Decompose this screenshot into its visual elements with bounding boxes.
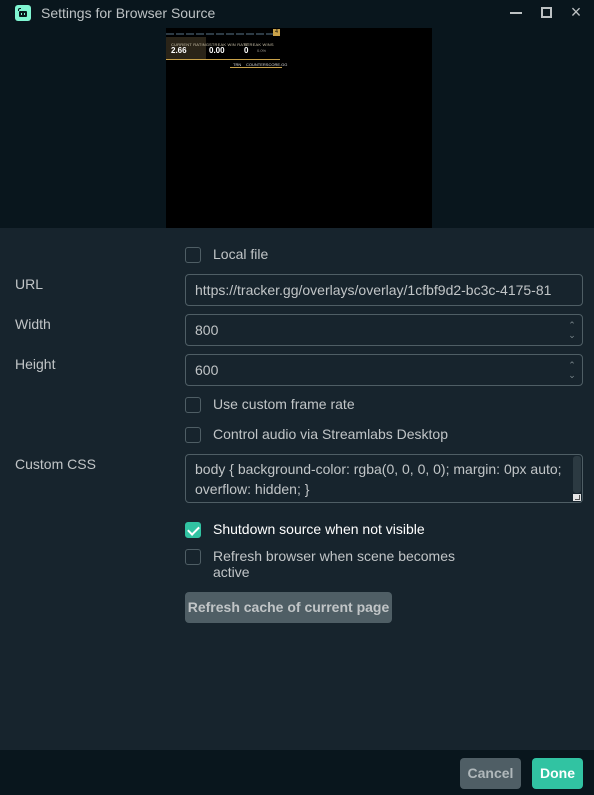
cancel-button[interactable]: Cancel: [460, 758, 521, 789]
minimize-icon: [510, 12, 522, 14]
chevron-down-icon[interactable]: ⌄: [568, 330, 576, 340]
overlay-stat-label: STREAK WINS: [244, 42, 274, 47]
overlay-top-line: [166, 33, 274, 35]
overlay-stat-value: 0.00: [209, 46, 225, 55]
overlay-underline: [230, 67, 282, 68]
done-button[interactable]: Done: [532, 758, 583, 789]
height-input[interactable]: 600 ⌃ ⌄: [185, 354, 583, 386]
refresh-browser-label[interactable]: Refresh browser when scene becomes activ…: [213, 548, 468, 580]
refresh-cache-button[interactable]: Refresh cache of current page: [185, 592, 392, 623]
overlay-stat-extra: 0.0%: [257, 48, 267, 53]
width-input[interactable]: 800 ⌃ ⌄: [185, 314, 583, 346]
custom-css-label: Custom CSS: [15, 456, 96, 472]
overlay-divider: [166, 59, 280, 60]
overlay-stat-value: 2.66: [171, 46, 187, 55]
overlay-stat-value: 0: [244, 46, 249, 55]
local-file-label[interactable]: Local file: [213, 246, 268, 262]
textarea-scrollbar[interactable]: [573, 456, 581, 493]
chevron-down-icon[interactable]: ⌄: [568, 370, 576, 380]
height-value: 600: [195, 362, 219, 378]
maximize-icon: [540, 6, 552, 18]
dialog-footer: Cancel Done: [0, 750, 594, 795]
chevron-up-icon[interactable]: ⌃: [568, 360, 576, 370]
overlay-badge: 4: [273, 29, 280, 36]
width-value: 800: [195, 322, 219, 338]
chevron-up-icon[interactable]: ⌃: [568, 320, 576, 330]
custom-css-textarea[interactable]: body { background-color: rgba(0, 0, 0, 0…: [185, 454, 583, 503]
close-button[interactable]: ×: [562, 2, 590, 22]
title-bar: Settings for Browser Source ×: [0, 0, 594, 28]
maximize-button[interactable]: [532, 2, 560, 22]
local-file-checkbox[interactable]: [185, 247, 201, 263]
close-icon: ×: [570, 2, 582, 22]
custom-frame-rate-label[interactable]: Use custom frame rate: [213, 396, 355, 412]
custom-frame-rate-checkbox[interactable]: [185, 397, 201, 413]
minimize-button[interactable]: [502, 2, 530, 22]
control-audio-label[interactable]: Control audio via Streamlabs Desktop: [213, 426, 448, 442]
source-preview: 4 CURRENT RATING 2.66 STREAK WIN RATE 0.…: [166, 28, 432, 228]
shutdown-source-label[interactable]: Shutdown source when not visible: [213, 521, 425, 537]
shutdown-source-checkbox[interactable]: [185, 522, 201, 538]
streamlabs-logo-icon: [15, 5, 31, 21]
width-label: Width: [15, 316, 51, 332]
height-label: Height: [15, 356, 56, 372]
refresh-browser-checkbox[interactable]: [185, 549, 201, 565]
url-label: URL: [15, 276, 44, 292]
window-title: Settings for Browser Source: [41, 5, 216, 21]
custom-css-value: body { background-color: rgba(0, 0, 0, 0…: [195, 461, 562, 497]
width-stepper[interactable]: ⌃ ⌄: [568, 320, 576, 340]
source-preview-area: 4 CURRENT RATING 2.66 STREAK WIN RATE 0.…: [0, 28, 594, 228]
height-stepper[interactable]: ⌃ ⌄: [568, 360, 576, 380]
resize-handle-icon[interactable]: [573, 494, 581, 501]
control-audio-checkbox[interactable]: [185, 427, 201, 443]
url-input[interactable]: https://tracker.gg/overlays/overlay/1cfb…: [185, 274, 583, 306]
